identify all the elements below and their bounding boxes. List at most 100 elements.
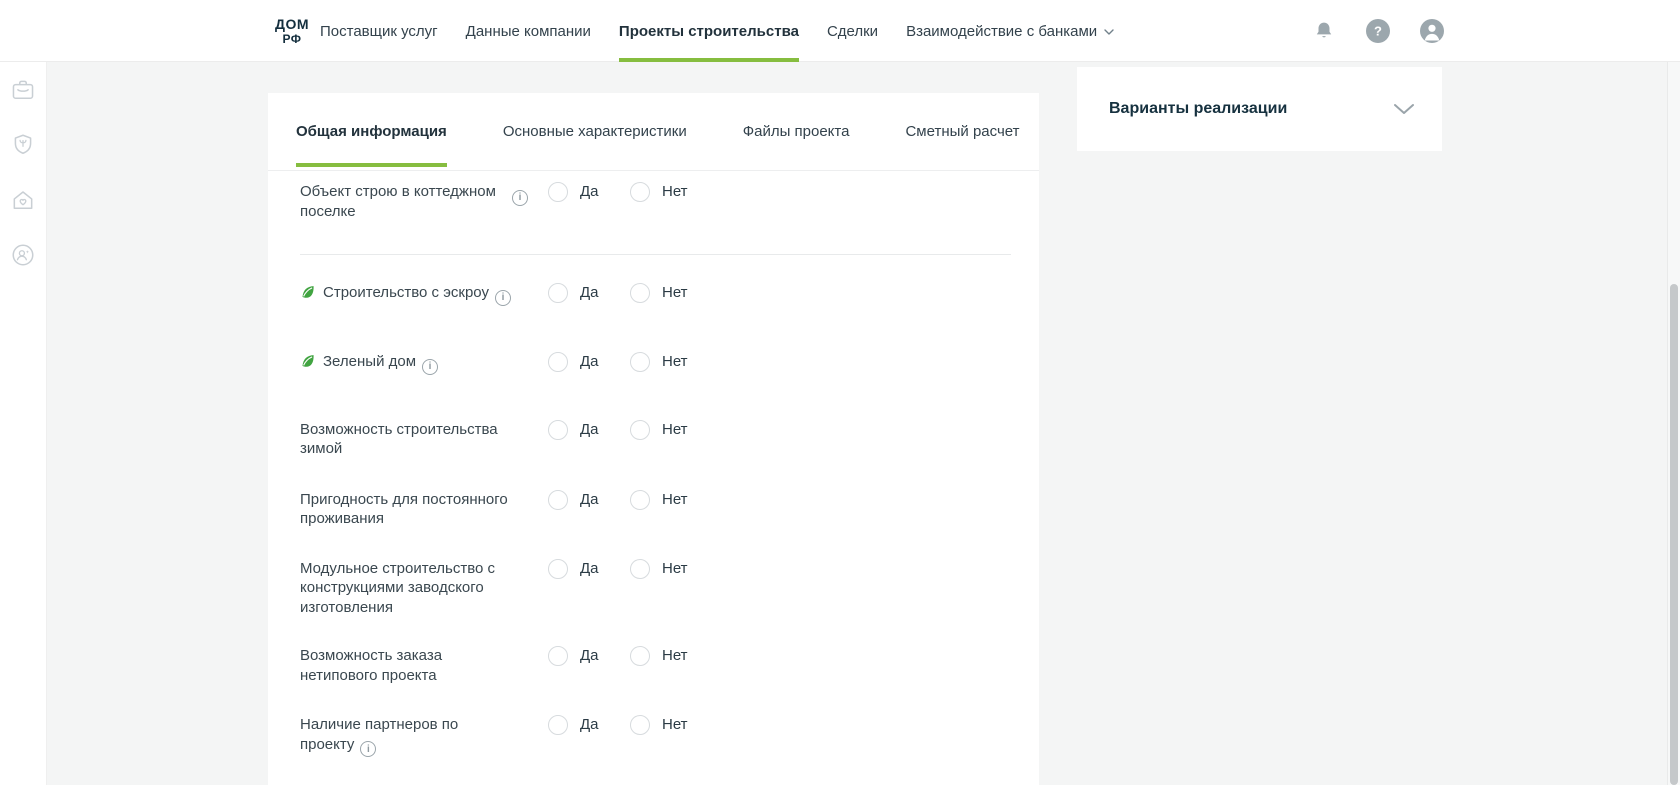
nav-label: Проекты строительства	[619, 23, 799, 40]
radio-no[interactable]: Нет	[630, 559, 1009, 579]
nav-item-supplier[interactable]: Поставщик услуг	[320, 0, 438, 62]
radio-yes[interactable]: Да	[548, 646, 630, 666]
question-row: Модульное строительство с конструкциями …	[300, 559, 1009, 618]
chevron-down-icon[interactable]	[1392, 102, 1416, 116]
radio-yes[interactable]: Да	[548, 352, 630, 372]
radio-circle[interactable]	[630, 646, 650, 666]
tab-label: Файлы проекта	[743, 123, 850, 140]
nav-item-construction-projects[interactable]: Проекты строительства	[619, 0, 799, 62]
radio-yes[interactable]: Да	[548, 283, 630, 303]
radio-circle[interactable]	[630, 559, 650, 579]
tab-label: Основные характеристики	[503, 123, 687, 140]
radio-no[interactable]: Нет	[630, 646, 1009, 666]
radio-circle[interactable]	[548, 559, 568, 579]
question-label: Объект строю в коттеджном поселке	[300, 183, 496, 220]
radio-circle[interactable]	[548, 182, 568, 202]
radio-no[interactable]: Нет	[630, 182, 1009, 202]
user-avatar-icon[interactable]	[1419, 18, 1445, 44]
radio-yes-label: Да	[580, 559, 599, 579]
domrf-logo[interactable]: ДОМ РФ	[272, 11, 312, 51]
radio-yes[interactable]: Да	[548, 182, 630, 202]
left-icon-rail	[0, 62, 47, 785]
nav-label: Поставщик услуг	[320, 23, 438, 40]
radio-circle[interactable]	[548, 352, 568, 372]
project-form-card: Общая информация Основные характеристики…	[268, 93, 1039, 785]
support-person-icon[interactable]	[9, 241, 37, 269]
radio-circle[interactable]	[548, 420, 568, 440]
radio-yes-label: Да	[580, 490, 599, 510]
tab-general-info[interactable]: Общая информация	[268, 93, 475, 170]
info-icon[interactable]: i	[495, 290, 511, 306]
radio-yes-label: Да	[580, 182, 599, 202]
row-divider	[300, 254, 1011, 255]
questions-form: Объект строю в коттеджном поселкеi i Да …	[268, 171, 1039, 785]
radio-yes-label: Да	[580, 715, 599, 735]
info-icon[interactable]: i	[360, 741, 376, 757]
vertical-scrollbar[interactable]	[1667, 0, 1680, 785]
scrollbar-thumb[interactable]	[1670, 284, 1678, 785]
shield-icon[interactable]	[9, 131, 37, 159]
radio-no[interactable]: Нет	[630, 283, 1009, 303]
nav-label: Данные компании	[466, 23, 591, 40]
house-heart-icon[interactable]	[9, 186, 37, 214]
nav-item-bank-interaction[interactable]: Взаимодействие с банками	[906, 0, 1114, 62]
radio-yes[interactable]: Да	[548, 559, 630, 579]
radio-no-label: Нет	[662, 559, 688, 579]
question-row: Возможность заказа нетипового проектаi i…	[300, 646, 1009, 685]
notification-bell-icon[interactable]	[1311, 18, 1337, 44]
question-row: Пригодность для постоянного проживанияi …	[300, 490, 1009, 529]
radio-circle[interactable]	[630, 352, 650, 372]
radio-no-label: Нет	[662, 420, 688, 440]
question-row: Строительство с эскроуi i Да Нет	[300, 283, 1009, 306]
radio-no-label: Нет	[662, 646, 688, 666]
radio-no[interactable]: Нет	[630, 352, 1009, 372]
chevron-down-icon	[1104, 29, 1114, 35]
question-row: Объект строю в коттеджном поселкеi i Да …	[300, 182, 1009, 221]
radio-no-label: Нет	[662, 182, 688, 202]
logo-text-top: ДОМ	[275, 17, 309, 31]
question-label: Наличие партнеров по проекту	[300, 716, 458, 753]
radio-no[interactable]: Нет	[630, 420, 1009, 440]
nav-label: Взаимодействие с банками	[906, 23, 1097, 40]
briefcase-icon[interactable]	[9, 76, 37, 104]
tab-project-files[interactable]: Файлы проекта	[715, 93, 878, 170]
radio-circle[interactable]	[630, 182, 650, 202]
top-bar: ДОМ РФ Поставщик услуг Данные компании П…	[0, 0, 1680, 62]
panel-title: Варианты реализации	[1109, 100, 1287, 118]
radio-yes[interactable]: Да	[548, 490, 630, 510]
question-label: Зеленый дом	[323, 353, 416, 370]
radio-circle[interactable]	[548, 490, 568, 510]
nav-item-deals[interactable]: Сделки	[827, 0, 878, 62]
info-icon[interactable]: i	[512, 190, 528, 206]
radio-circle[interactable]	[630, 283, 650, 303]
question-row: Возможность строительства зимойi i Да Не…	[300, 420, 1009, 459]
radio-yes[interactable]: Да	[548, 715, 630, 735]
question-label: Пригодность для постоянного проживания	[300, 491, 508, 528]
radio-circle[interactable]	[630, 490, 650, 510]
nav-item-company-data[interactable]: Данные компании	[466, 0, 591, 62]
radio-circle[interactable]	[548, 715, 568, 735]
help-icon[interactable]: ?	[1365, 18, 1391, 44]
implementation-options-panel[interactable]: Варианты реализации	[1077, 67, 1442, 151]
top-bar-actions: ?	[1311, 0, 1445, 62]
radio-no-label: Нет	[662, 352, 688, 372]
radio-no-label: Нет	[662, 715, 688, 735]
eco-leaf-icon	[300, 284, 316, 300]
radio-circle[interactable]	[630, 715, 650, 735]
radio-yes-label: Да	[580, 283, 599, 303]
radio-no[interactable]: Нет	[630, 715, 1009, 735]
radio-circle[interactable]	[630, 420, 650, 440]
info-icon[interactable]: i	[422, 359, 438, 375]
question-label: Возможность заказа нетипового проекта	[300, 647, 442, 684]
tab-main-characteristics[interactable]: Основные характеристики	[475, 93, 715, 170]
radio-circle[interactable]	[548, 283, 568, 303]
question-label: Модульное строительство с конструкциями …	[300, 560, 495, 616]
radio-no-label: Нет	[662, 490, 688, 510]
question-row: Зеленый домi i Да Нет	[300, 352, 1009, 375]
radio-yes[interactable]: Да	[548, 420, 630, 440]
radio-no[interactable]: Нет	[630, 490, 1009, 510]
question-label: Строительство с эскроу	[323, 284, 489, 301]
radio-circle[interactable]	[548, 646, 568, 666]
svg-text:?: ?	[1374, 24, 1382, 39]
tab-estimate[interactable]: Сметный расчет	[877, 93, 1039, 170]
